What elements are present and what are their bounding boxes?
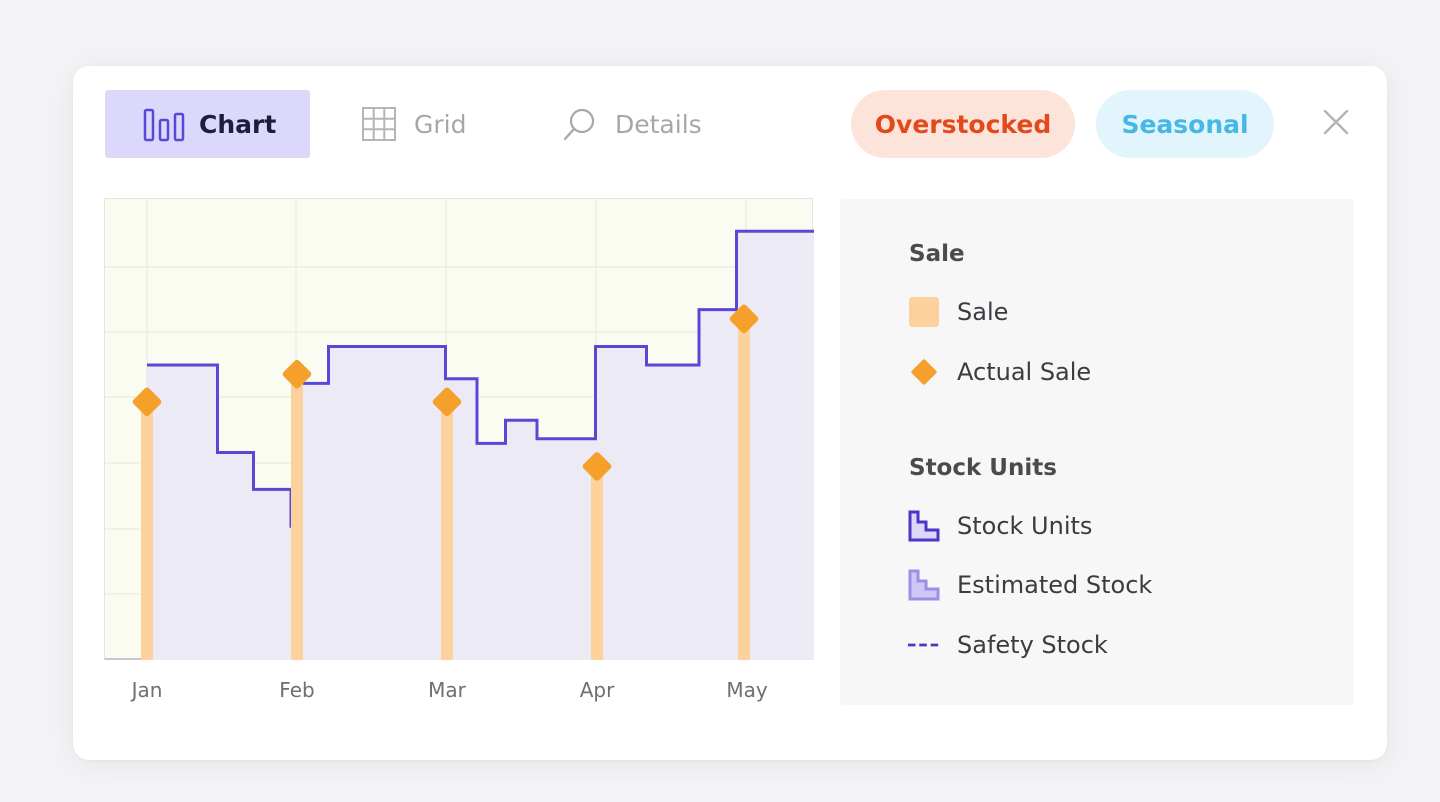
search-icon <box>559 105 601 143</box>
legend-item-sale[interactable]: Sale <box>907 295 1008 329</box>
legend-item-label: Estimated Stock <box>957 571 1153 599</box>
tab-chart-label: Chart <box>199 109 277 139</box>
diamond-marker-icon <box>907 355 941 389</box>
x-tick-label: Mar <box>428 678 466 702</box>
close-icon <box>1323 109 1349 139</box>
chart-plot-area <box>104 198 814 660</box>
legend-group-title-stock-units: Stock Units <box>909 455 1057 481</box>
x-tick-label: Apr <box>579 678 615 702</box>
legend-item-label: Stock Units <box>957 512 1093 540</box>
tab-details-label: Details <box>615 109 702 139</box>
tab-grid[interactable]: Grid <box>358 90 466 158</box>
sale-bar <box>738 318 750 660</box>
overstocked-badge[interactable]: Overstocked <box>851 90 1075 158</box>
x-tick-label: May <box>726 678 768 702</box>
tab-chart[interactable]: Chart <box>105 90 311 158</box>
bar-chart-icon <box>143 105 185 143</box>
dashed-line-icon <box>907 628 941 662</box>
tab-grid-label: Grid <box>414 109 467 139</box>
legend-item-actual-sale[interactable]: Actual Sale <box>907 355 1091 389</box>
legend-item-label: Safety Stock <box>957 631 1108 659</box>
legend-item-estimated-stock[interactable]: Estimated Stock <box>907 568 1152 602</box>
legend-item-safety-stock[interactable]: Safety Stock <box>907 628 1108 662</box>
legend-group-title-sale: Sale <box>909 241 965 267</box>
step-area-icon <box>907 509 941 543</box>
legend-item-stock-units[interactable]: Stock Units <box>907 509 1092 543</box>
chart-svg <box>105 199 814 660</box>
tab-details[interactable]: Details <box>559 90 702 158</box>
x-tick-label: Feb <box>279 678 315 702</box>
sale-bar <box>591 466 603 660</box>
seasonal-badge[interactable]: Seasonal <box>1096 90 1274 158</box>
close-button[interactable] <box>1318 106 1354 142</box>
step-area-light-icon <box>907 568 941 602</box>
legend-item-label: Sale <box>957 298 1009 326</box>
sale-bar <box>141 401 153 660</box>
sale-bar <box>291 374 303 660</box>
grid-icon <box>358 105 400 143</box>
x-tick-label: Jan <box>131 678 163 702</box>
sale-bar <box>441 401 453 660</box>
stock-units-area <box>147 231 814 660</box>
inventory-chart-card: Chart Grid Details Overstocked Seasonal <box>73 66 1387 760</box>
sale-swatch-icon <box>907 295 941 329</box>
legend-item-label: Actual Sale <box>957 358 1092 386</box>
legend-panel: Sale Sale Actual Sale Stock Units Stock … <box>840 199 1354 705</box>
